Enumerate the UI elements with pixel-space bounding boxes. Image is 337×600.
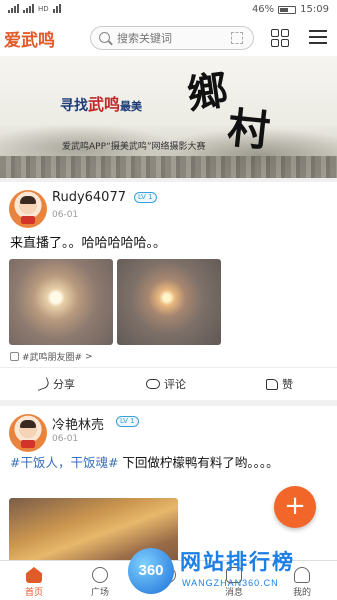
- avatar[interactable]: [9, 190, 47, 228]
- search-icon: [99, 32, 110, 43]
- watermark: 360 网站排行榜 WANGZHAN360.CN: [128, 544, 337, 600]
- status-right: 46% 15:09: [252, 4, 329, 15]
- divider: [0, 367, 337, 368]
- watermark-title: 网站排行榜: [180, 550, 295, 574]
- topic-tag[interactable]: #武鸣朋友圈# >: [10, 350, 93, 363]
- status-bar: HD 46% 15:09: [0, 0, 337, 20]
- share-label: 分享: [53, 378, 75, 391]
- banner-village: [0, 156, 337, 178]
- scan-icon[interactable]: [231, 32, 243, 44]
- banner-calligraphy-2: 村: [225, 102, 273, 157]
- banner-title: 寻找武鸣最美: [60, 91, 142, 115]
- like-label: 赞: [282, 378, 293, 391]
- avatar-2[interactable]: [9, 414, 47, 452]
- level-badge: LV 1: [134, 192, 157, 203]
- post-photo-2[interactable]: [117, 259, 221, 345]
- banner-title-red: 武鸣: [88, 95, 121, 114]
- topic-icon: [10, 352, 19, 361]
- home-icon: [26, 567, 42, 583]
- post-actions: 分享 评论 赞: [0, 370, 337, 398]
- post-date-2: 06-01: [52, 434, 79, 444]
- post-card[interactable]: Rudy64077 LV 1 06-01 来直播了。。哈哈哈哈哈。。 #武鸣朋友…: [0, 182, 337, 400]
- signal-icon-2: [23, 4, 34, 13]
- square-icon: [92, 567, 108, 583]
- app-logo: 爱武鸣: [4, 31, 55, 51]
- menu-icon[interactable]: [309, 30, 327, 45]
- post-photo[interactable]: [9, 259, 113, 345]
- post-body-2: 下回做柠檬鸭有料了哟。。。。: [118, 455, 279, 470]
- banner-calligraphy-1: 鄉: [184, 66, 231, 119]
- app-header: 爱武鸣: [0, 20, 337, 56]
- status-left: HD: [8, 4, 61, 13]
- banner-title-suffix: 最美: [120, 100, 143, 113]
- thumbs-up-icon: [266, 378, 278, 390]
- share-button[interactable]: 分享: [34, 376, 75, 392]
- nav-label-square: 广场: [90, 588, 109, 598]
- signal-icon: [8, 4, 19, 13]
- level-badge-2: LV 1: [116, 416, 139, 427]
- post-text: 来直播了。。哈哈哈哈哈。。: [10, 236, 167, 251]
- post-username[interactable]: Rudy64077: [52, 190, 126, 205]
- comment-label: 评论: [164, 378, 186, 391]
- post-text-2: #干饭人，干饭魂# 下回做柠檬鸭有料了哟。。。。: [10, 454, 330, 472]
- chevron-right-icon: >: [85, 351, 93, 362]
- grid-icon[interactable]: [271, 29, 289, 47]
- nav-label-home: 首页: [24, 588, 43, 598]
- clock: 15:09: [300, 4, 329, 15]
- like-button[interactable]: 赞: [266, 376, 293, 392]
- comment-button[interactable]: 评论: [146, 376, 186, 392]
- search-bar[interactable]: [90, 26, 254, 50]
- watermark-url: WANGZHAN360.CN: [182, 578, 279, 588]
- banner-title-prefix: 寻找: [60, 98, 88, 114]
- share-icon: [34, 377, 51, 391]
- battery-percent: 46%: [251, 4, 275, 15]
- comment-icon: [146, 379, 160, 389]
- promo-banner[interactable]: 寻找武鸣最美 鄉 村 爱武鸣APP“摄美武鸣”网络摄影大赛: [0, 56, 337, 178]
- post-hashtag[interactable]: #干饭人，干饭魂#: [10, 455, 118, 470]
- watermark-logo: 360: [128, 548, 174, 594]
- nav-item-home[interactable]: 首页: [14, 567, 54, 598]
- banner-subtitle: 爱武鸣APP“摄美武鸣”网络摄影大赛: [62, 142, 206, 152]
- wifi-icon: [52, 4, 61, 13]
- post-username-2[interactable]: 冷艳林売: [52, 414, 104, 433]
- nav-item-square[interactable]: 广场: [80, 567, 120, 598]
- create-post-button[interactable]: +: [274, 486, 316, 528]
- feed: Rudy64077 LV 1 06-01 来直播了。。哈哈哈哈哈。。 #武鸣朋友…: [0, 182, 337, 592]
- post-date: 06-01: [52, 210, 79, 220]
- search-input[interactable]: [117, 30, 217, 46]
- topic-label: #武鸣朋友圈#: [22, 353, 83, 363]
- network-tag: HD: [38, 4, 49, 13]
- battery-icon: [278, 5, 297, 14]
